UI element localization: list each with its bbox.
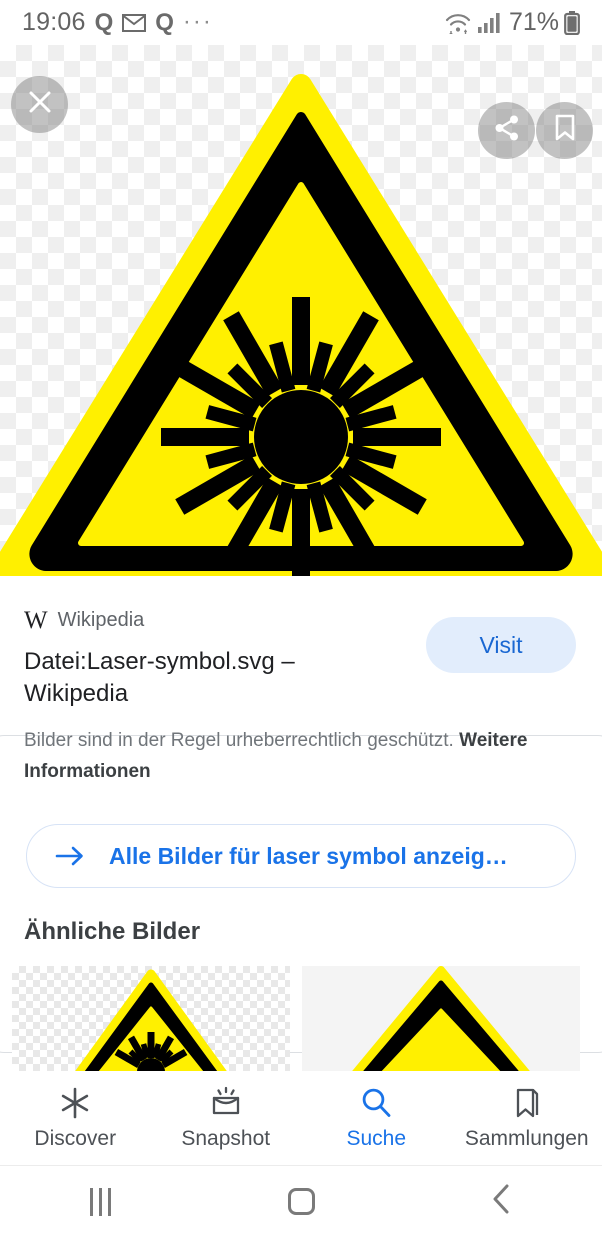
arrow-right-icon bbox=[55, 844, 85, 868]
nav-item-snapshot[interactable]: Snapshot bbox=[151, 1086, 302, 1151]
similar-image-2[interactable] bbox=[302, 966, 580, 1071]
all-images-label: Alle Bilder für laser symbol anzeig… bbox=[109, 842, 508, 869]
nav-label-sammlungen: Sammlungen bbox=[464, 1127, 589, 1150]
quora-icon: Q bbox=[94, 8, 114, 36]
wikipedia-w-icon: W bbox=[24, 607, 48, 634]
copyright-text: Bilder sind in der Regel urheberrechtlic… bbox=[24, 730, 454, 751]
mail-icon bbox=[122, 13, 147, 32]
status-bar-left: 19:06 Q Q ··· bbox=[22, 8, 444, 37]
home-button[interactable] bbox=[201, 1188, 402, 1215]
nav-item-suche[interactable]: Suche bbox=[301, 1086, 452, 1151]
nav-item-discover[interactable]: Discover bbox=[0, 1086, 151, 1151]
nav-label-suche: Suche bbox=[346, 1127, 407, 1150]
home-icon bbox=[287, 1188, 315, 1215]
image-viewer[interactable] bbox=[0, 45, 602, 576]
status-time: 19:06 bbox=[22, 8, 86, 36]
back-icon bbox=[490, 1183, 514, 1220]
search-icon bbox=[359, 1086, 393, 1120]
nav-label-discover: Discover bbox=[34, 1127, 117, 1150]
all-images-button[interactable]: Alle Bilder für laser symbol anzeig… bbox=[26, 824, 576, 888]
more-icon: ··· bbox=[182, 8, 213, 36]
snapshot-icon bbox=[209, 1086, 243, 1120]
status-bar: 19:06 Q Q ··· 71% bbox=[0, 0, 602, 45]
nav-label-snapshot: Snapshot bbox=[181, 1127, 271, 1150]
nav-item-sammlungen[interactable]: Sammlungen bbox=[452, 1086, 602, 1151]
share-icon bbox=[493, 114, 521, 147]
asterisk-icon bbox=[58, 1086, 92, 1120]
source-row[interactable]: W Wikipedia bbox=[24, 608, 144, 633]
share-button[interactable] bbox=[478, 102, 535, 159]
source-name: Wikipedia bbox=[57, 609, 145, 631]
status-bar-right: 71% bbox=[444, 8, 580, 37]
bookmark-icon bbox=[510, 1086, 544, 1120]
battery-icon bbox=[564, 10, 580, 35]
bookmark-icon bbox=[554, 114, 576, 147]
battery-percent: 71% bbox=[508, 8, 559, 36]
phone-screen: 19:06 Q Q ··· 71% W Wikipedia Datei:Lase… bbox=[0, 0, 602, 1237]
close-icon bbox=[27, 89, 53, 120]
wifi-icon bbox=[444, 12, 472, 34]
visit-button[interactable]: Visit bbox=[426, 617, 576, 673]
similar-images-list bbox=[12, 966, 580, 1071]
similar-image-1[interactable] bbox=[12, 966, 290, 1071]
result-title[interactable]: Datei:Laser-symbol.svg – Wikipedia bbox=[24, 646, 399, 709]
quora-icon: Q bbox=[155, 8, 174, 36]
copyright-notice: Bilder sind in der Regel urheberrechtlic… bbox=[24, 726, 554, 788]
similar-images-heading: Ähnliche Bilder bbox=[24, 918, 201, 945]
close-button[interactable] bbox=[11, 76, 68, 133]
signal-icon bbox=[477, 12, 502, 34]
recents-button[interactable] bbox=[0, 1187, 201, 1216]
bookmark-button[interactable] bbox=[536, 102, 593, 159]
bottom-navigation: Discover Snapshot Suche Sammlungen bbox=[0, 1071, 602, 1165]
system-navigation-bar bbox=[0, 1165, 602, 1237]
back-button[interactable] bbox=[401, 1183, 602, 1220]
visit-label: Visit bbox=[479, 631, 523, 658]
image-result-card: W Wikipedia Datei:Laser-symbol.svg – Wik… bbox=[0, 576, 602, 1071]
recents-icon bbox=[89, 1187, 111, 1216]
